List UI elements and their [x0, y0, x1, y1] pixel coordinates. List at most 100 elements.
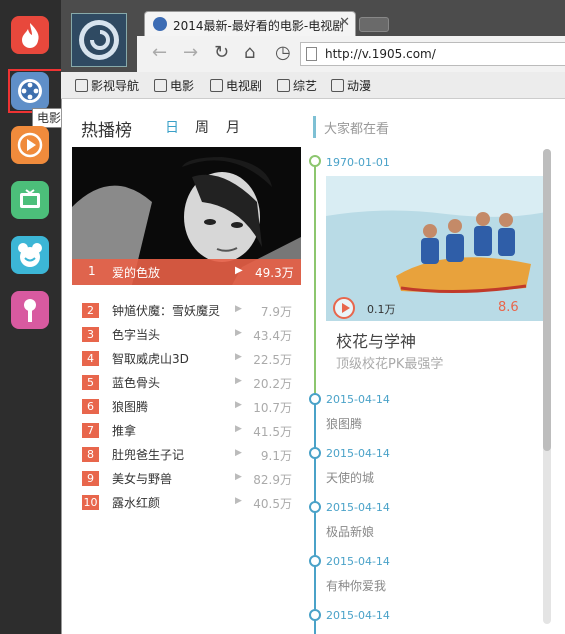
bookmark-item[interactable]: 电视剧	[210, 77, 262, 94]
featured-bar[interactable]: 1 爱的色放 ▶ 49.3万	[72, 259, 301, 285]
tab-close-icon[interactable]: ✕	[339, 15, 350, 30]
rank-title: 肚兜爸生子记	[112, 448, 185, 462]
timeline-title[interactable]: 天使的城	[326, 469, 374, 486]
rank-count: 22.5万	[253, 353, 292, 367]
timeline-date: 2015-04-14	[326, 447, 390, 460]
rank-count: 40.5万	[253, 497, 292, 511]
period-tab-day[interactable]: 日	[165, 117, 179, 137]
rank-count: 7.9万	[260, 305, 292, 319]
site-favicon-icon	[153, 17, 167, 31]
rank-row[interactable]: 9 美女与野兽 ▶ 82.9万	[82, 470, 292, 488]
bookmark-item[interactable]: 影视导航	[75, 77, 139, 94]
scrollbar-thumb[interactable]	[543, 149, 551, 451]
timeline-dot	[309, 393, 321, 405]
karaoke-app-icon[interactable]	[11, 291, 49, 329]
rank-title: 推拿	[112, 424, 137, 438]
card-score: 8.6	[498, 300, 519, 315]
browser-window: 2014最新-最好看的电影-电视剧 ✕ ← → ↻ ⌂ ◷ http://v.1…	[61, 0, 565, 634]
section-accent-bar	[313, 116, 316, 138]
timeline-dot	[309, 609, 321, 621]
play-app-icon[interactable]	[11, 126, 49, 164]
card-title[interactable]: 校花与学神	[336, 328, 416, 352]
rank-title: 露水红颜	[112, 496, 161, 510]
timeline-date: 1970-01-01	[326, 156, 390, 169]
rank-row[interactable]: 10 露水红颜 ▶ 40.5万	[82, 494, 292, 512]
new-tab-button[interactable]	[359, 17, 389, 32]
play-triangle-icon: ▶	[235, 328, 242, 338]
timeline-dot	[309, 555, 321, 567]
rank-number: 10	[82, 495, 99, 510]
address-url: http://v.1905.com/	[325, 47, 436, 61]
address-bar[interactable]: http://v.1905.com/	[300, 42, 565, 66]
flame-app-icon[interactable]	[11, 16, 49, 54]
rank-count: 20.2万	[253, 377, 292, 391]
rank-title: 智取威虎山3D	[112, 352, 189, 366]
timeline-title[interactable]: 极品新娘	[326, 523, 374, 540]
film-bookmark-icon	[154, 79, 167, 92]
history-icon[interactable]: ◷	[275, 42, 291, 63]
rank-row[interactable]: 2 钟馗伏魔：雪妖魔灵 ▶ 7.9万	[82, 302, 292, 320]
rank-number: 7	[82, 423, 99, 438]
ranking-title: 热播榜	[81, 121, 132, 141]
timeline-date: 2015-04-14	[326, 501, 390, 514]
period-tab-month[interactable]: 月	[226, 117, 240, 137]
rank-number: 4	[82, 351, 99, 366]
rank-title: 色字当头	[112, 328, 161, 342]
rank-title: 钟馗伏魔：雪妖魔灵	[112, 304, 221, 318]
browser-tab-active[interactable]: 2014最新-最好看的电影-电视剧 ✕	[144, 11, 356, 36]
rank-row[interactable]: 8 肚兜爸生子记 ▶ 9.1万	[82, 446, 292, 464]
rank-row[interactable]: 3 色字当头 ▶ 43.4万	[82, 326, 292, 344]
cartoon-bookmark-icon	[331, 79, 344, 92]
play-triangle-icon: ▶	[235, 352, 242, 362]
rank-number: 3	[82, 327, 99, 342]
featured-title: 爱的色放	[112, 266, 161, 280]
page-icon	[306, 47, 317, 61]
tab-title: 2014最新-最好看的电影-电视剧	[173, 19, 343, 33]
card-subtitle: 顶级校花PK最强学	[336, 357, 444, 372]
timeline-date: 2015-04-14	[326, 393, 390, 406]
rank-title: 美女与野兽	[112, 472, 173, 486]
selection-highlight	[8, 69, 63, 113]
rank-count: 41.5万	[253, 425, 292, 439]
browser-toolbar: ← → ↻ ⌂ ◷ http://v.1905.com/	[137, 36, 565, 72]
timeline-dot	[309, 155, 321, 167]
rank-title: 蓝色骨头	[112, 376, 161, 390]
period-tab-week[interactable]: 周	[195, 117, 209, 137]
bookmark-item[interactable]: 电影	[154, 77, 194, 94]
timeline-title[interactable]: 狼图腾	[326, 415, 362, 432]
rank-row[interactable]: 4 智取威虎山3D ▶ 22.5万	[82, 350, 292, 368]
home-icon[interactable]: ⌂	[244, 42, 255, 63]
play-triangle-icon: ▶	[235, 376, 242, 386]
bookmark-item[interactable]: 综艺	[277, 77, 317, 94]
play-triangle-icon: ▶	[235, 448, 242, 458]
tv-app-icon[interactable]	[11, 181, 49, 219]
cartoon-app-icon[interactable]	[11, 236, 49, 274]
rank-number: 8	[82, 447, 99, 462]
reload-icon[interactable]: ↻	[214, 42, 229, 63]
rank-row[interactable]: 5 蓝色骨头 ▶ 20.2万	[82, 374, 292, 392]
timeline-line-active	[314, 159, 316, 399]
timeline-dot	[309, 501, 321, 513]
watching-title: 大家都在看	[324, 122, 390, 137]
play-triangle-icon: ▶	[235, 400, 242, 410]
play-triangle-icon: ▶	[235, 424, 242, 434]
play-triangle-icon: ▶	[235, 472, 242, 482]
rank-number: 9	[82, 471, 99, 486]
rank-number: 2	[82, 303, 99, 318]
scrollbar-track[interactable]	[543, 149, 551, 624]
home-bookmark-icon	[75, 79, 88, 92]
rank-count: 43.4万	[253, 329, 292, 343]
card-play-icon[interactable]	[333, 297, 355, 319]
play-bookmark-icon	[277, 79, 290, 92]
bookmarks-bar: 影视导航 电影 电视剧 综艺 动漫	[61, 72, 565, 99]
timeline-title[interactable]: 有种你爱我	[326, 577, 386, 594]
back-arrow-icon[interactable]: ←	[152, 42, 167, 63]
forward-arrow-icon[interactable]: →	[183, 42, 198, 63]
app-dock: 电影	[0, 0, 66, 634]
bookmark-item[interactable]: 动漫	[331, 77, 371, 94]
rank-row[interactable]: 7 推拿 ▶ 41.5万	[82, 422, 292, 440]
play-triangle-icon: ▶	[235, 304, 242, 314]
play-triangle-icon: ▶	[235, 265, 243, 276]
rank-row[interactable]: 6 狼图腾 ▶ 10.7万	[82, 398, 292, 416]
featured-count: 49.3万	[255, 266, 294, 280]
